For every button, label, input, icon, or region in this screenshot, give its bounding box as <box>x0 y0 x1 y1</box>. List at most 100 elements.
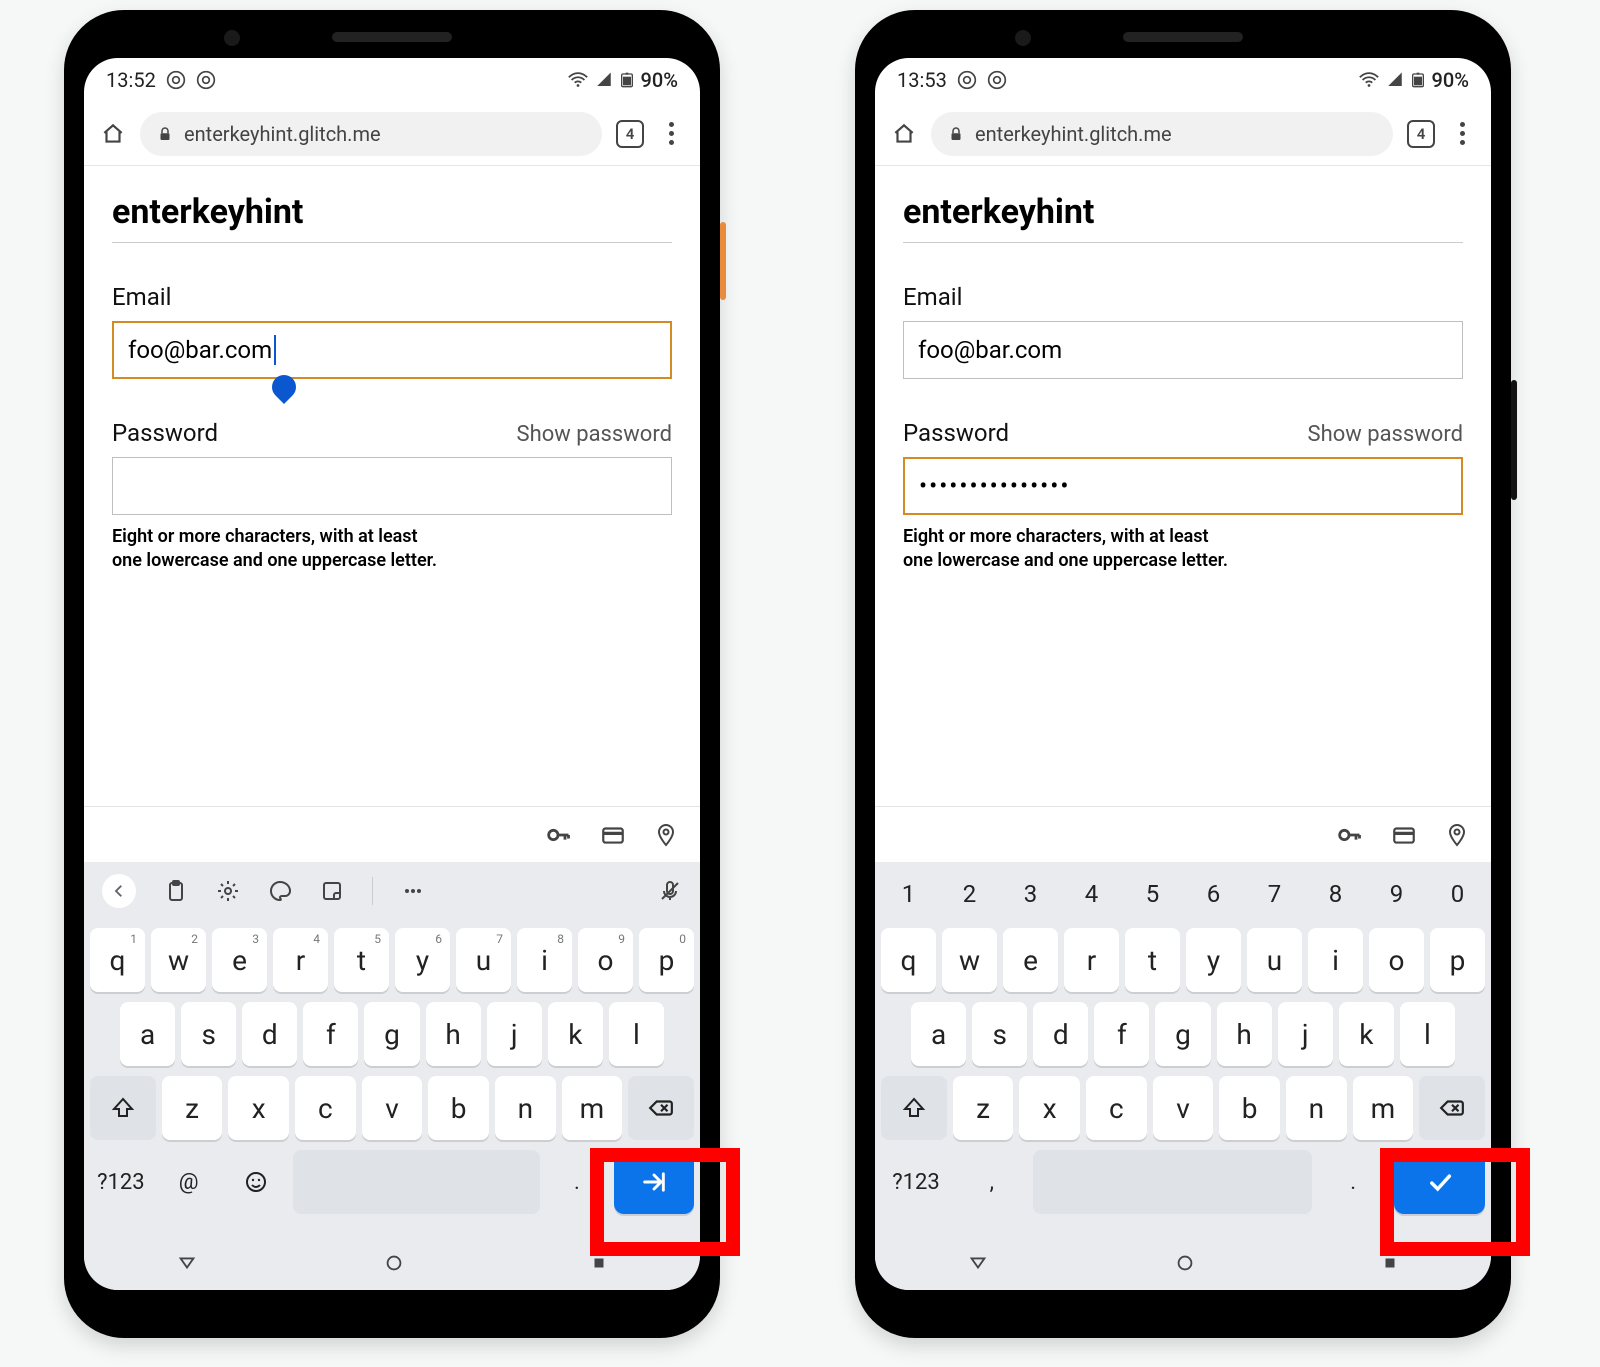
key-c[interactable]: c <box>1086 1076 1147 1140</box>
tab-switcher[interactable]: 4 <box>616 120 644 148</box>
key-i[interactable]: i <box>1308 928 1363 992</box>
key-t[interactable]: t5 <box>334 928 389 992</box>
key-f[interactable]: f <box>303 1002 358 1066</box>
key-q[interactable]: q <box>881 928 936 992</box>
key-m[interactable]: m <box>562 1076 623 1140</box>
shift-key[interactable] <box>881 1076 947 1140</box>
sticker-icon[interactable] <box>320 879 344 903</box>
key-i[interactable]: i8 <box>517 928 572 992</box>
email-input[interactable]: foo@bar.com <box>112 321 672 379</box>
mic-off-icon[interactable] <box>658 879 682 903</box>
key-j[interactable]: j <box>1278 1002 1333 1066</box>
key-s[interactable]: s <box>181 1002 236 1066</box>
password-input[interactable]: ••••••••••••••• <box>903 457 1463 515</box>
address-bar[interactable]: enterkeyhint.glitch.me <box>931 112 1393 156</box>
clipboard-icon[interactable] <box>164 879 188 903</box>
enter-key-done[interactable] <box>1394 1150 1485 1214</box>
key-x[interactable]: x <box>228 1076 289 1140</box>
key-a[interactable]: a <box>120 1002 175 1066</box>
collapse-toolbar-button[interactable] <box>102 874 136 908</box>
key-m[interactable]: m <box>1353 1076 1414 1140</box>
key-1[interactable]: 1 <box>881 870 936 918</box>
key-d[interactable]: d <box>242 1002 297 1066</box>
overflow-menu[interactable] <box>658 122 684 145</box>
key-c[interactable]: c <box>295 1076 356 1140</box>
password-key-icon[interactable] <box>544 821 572 849</box>
gear-icon[interactable] <box>216 879 240 903</box>
password-key-icon[interactable] <box>1335 821 1363 849</box>
symbols-key[interactable]: ?123 <box>881 1150 951 1214</box>
key-0[interactable]: 0 <box>1430 870 1485 918</box>
key-p[interactable]: p0 <box>639 928 694 992</box>
key-t[interactable]: t <box>1125 928 1180 992</box>
home-icon[interactable] <box>891 121 917 147</box>
key-d[interactable]: d <box>1033 1002 1088 1066</box>
key-h[interactable]: h <box>1217 1002 1272 1066</box>
show-password-toggle[interactable]: Show password <box>517 422 672 447</box>
key-2[interactable]: 2 <box>942 870 997 918</box>
key-b[interactable]: b <box>1219 1076 1280 1140</box>
key-l[interactable]: l <box>1400 1002 1455 1066</box>
power-button[interactable] <box>1511 380 1517 500</box>
key-w[interactable]: w2 <box>151 928 206 992</box>
at-key[interactable]: @ <box>158 1150 220 1214</box>
backspace-key[interactable] <box>628 1076 694 1140</box>
key-u[interactable]: u7 <box>456 928 511 992</box>
key-b[interactable]: b <box>428 1076 489 1140</box>
key-v[interactable]: v <box>362 1076 423 1140</box>
key-j[interactable]: j <box>487 1002 542 1066</box>
tab-switcher[interactable]: 4 <box>1407 120 1435 148</box>
address-pin-icon[interactable] <box>654 823 678 847</box>
key-y[interactable]: y <box>1186 928 1241 992</box>
nav-recents-icon[interactable] <box>590 1254 608 1272</box>
key-x[interactable]: x <box>1019 1076 1080 1140</box>
symbols-key[interactable]: ?123 <box>90 1150 152 1214</box>
cursor-handle[interactable] <box>267 370 301 404</box>
key-u[interactable]: u <box>1247 928 1302 992</box>
nav-back-icon[interactable] <box>176 1252 198 1274</box>
key-o[interactable]: o9 <box>578 928 633 992</box>
key-l[interactable]: l <box>609 1002 664 1066</box>
show-password-toggle[interactable]: Show password <box>1308 422 1463 447</box>
email-input[interactable]: foo@bar.com <box>903 321 1463 379</box>
home-icon[interactable] <box>100 121 126 147</box>
period-key[interactable]: . <box>1318 1150 1388 1214</box>
key-6[interactable]: 6 <box>1186 870 1241 918</box>
key-4[interactable]: 4 <box>1064 870 1119 918</box>
key-y[interactable]: y6 <box>395 928 450 992</box>
key-g[interactable]: g <box>1155 1002 1210 1066</box>
key-5[interactable]: 5 <box>1125 870 1180 918</box>
power-button[interactable] <box>720 222 726 300</box>
nav-back-icon[interactable] <box>967 1252 989 1274</box>
key-7[interactable]: 7 <box>1247 870 1302 918</box>
more-icon[interactable] <box>401 879 425 903</box>
key-f[interactable]: f <box>1094 1002 1149 1066</box>
nav-home-icon[interactable] <box>1174 1252 1196 1274</box>
comma-key[interactable]: , <box>957 1150 1027 1214</box>
key-p[interactable]: p <box>1430 928 1485 992</box>
key-n[interactable]: n <box>1286 1076 1347 1140</box>
key-k[interactable]: k <box>548 1002 603 1066</box>
backspace-key[interactable] <box>1419 1076 1485 1140</box>
enter-key-next[interactable] <box>614 1150 694 1214</box>
key-a[interactable]: a <box>911 1002 966 1066</box>
key-e[interactable]: e <box>1003 928 1058 992</box>
space-key[interactable] <box>1033 1150 1313 1214</box>
payment-card-icon[interactable] <box>600 822 626 848</box>
password-input[interactable] <box>112 457 672 515</box>
key-o[interactable]: o <box>1369 928 1424 992</box>
key-n[interactable]: n <box>495 1076 556 1140</box>
address-pin-icon[interactable] <box>1445 823 1469 847</box>
nav-home-icon[interactable] <box>383 1252 405 1274</box>
key-h[interactable]: h <box>426 1002 481 1066</box>
key-k[interactable]: k <box>1339 1002 1394 1066</box>
key-v[interactable]: v <box>1153 1076 1214 1140</box>
key-8[interactable]: 8 <box>1308 870 1363 918</box>
key-z[interactable]: z <box>953 1076 1014 1140</box>
palette-icon[interactable] <box>268 879 292 903</box>
key-r[interactable]: r <box>1064 928 1119 992</box>
key-9[interactable]: 9 <box>1369 870 1424 918</box>
key-e[interactable]: e3 <box>212 928 267 992</box>
key-3[interactable]: 3 <box>1003 870 1058 918</box>
overflow-menu[interactable] <box>1449 122 1475 145</box>
